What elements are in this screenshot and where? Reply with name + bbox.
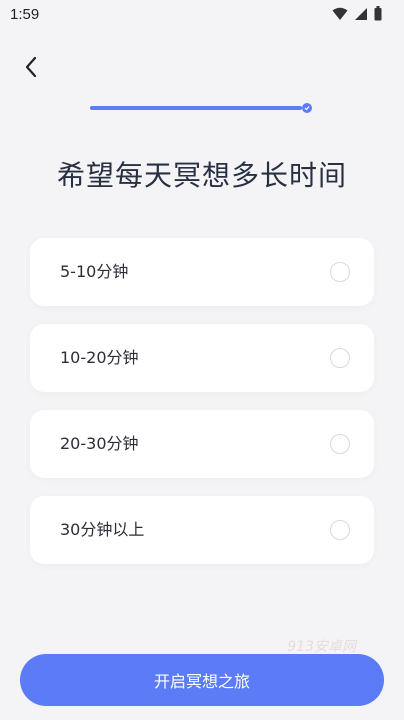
back-button[interactable]: [16, 54, 46, 84]
status-bar: 1:59: [0, 0, 404, 30]
option-item[interactable]: 10-20分钟: [30, 324, 374, 392]
option-item[interactable]: 5-10分钟: [30, 238, 374, 306]
radio-button[interactable]: [330, 434, 350, 454]
progress-bar: [90, 103, 312, 113]
radio-button[interactable]: [330, 520, 350, 540]
start-meditation-button[interactable]: 开启冥想之旅: [20, 654, 384, 706]
progress-fill: [90, 106, 302, 110]
question-title: 希望每天冥想多长时间: [56, 159, 347, 192]
status-icons: [332, 6, 382, 25]
option-label: 5-10分钟: [60, 262, 129, 281]
option-label: 30分钟以上: [60, 520, 145, 539]
progress-end-dot: [302, 103, 312, 113]
chevron-left-icon: [24, 56, 38, 82]
wifi-icon: [332, 6, 348, 25]
radio-button[interactable]: [330, 348, 350, 368]
option-item[interactable]: 30分钟以上: [30, 496, 374, 564]
option-label: 20-30分钟: [60, 434, 139, 453]
radio-button[interactable]: [330, 262, 350, 282]
status-time: 1:59: [10, 6, 40, 23]
watermark: 913安卓网: [287, 639, 356, 655]
option-label: 10-20分钟: [60, 348, 139, 367]
battery-icon: [374, 6, 382, 25]
cell-signal-icon: [354, 6, 368, 25]
option-item[interactable]: 20-30分钟: [30, 410, 374, 478]
